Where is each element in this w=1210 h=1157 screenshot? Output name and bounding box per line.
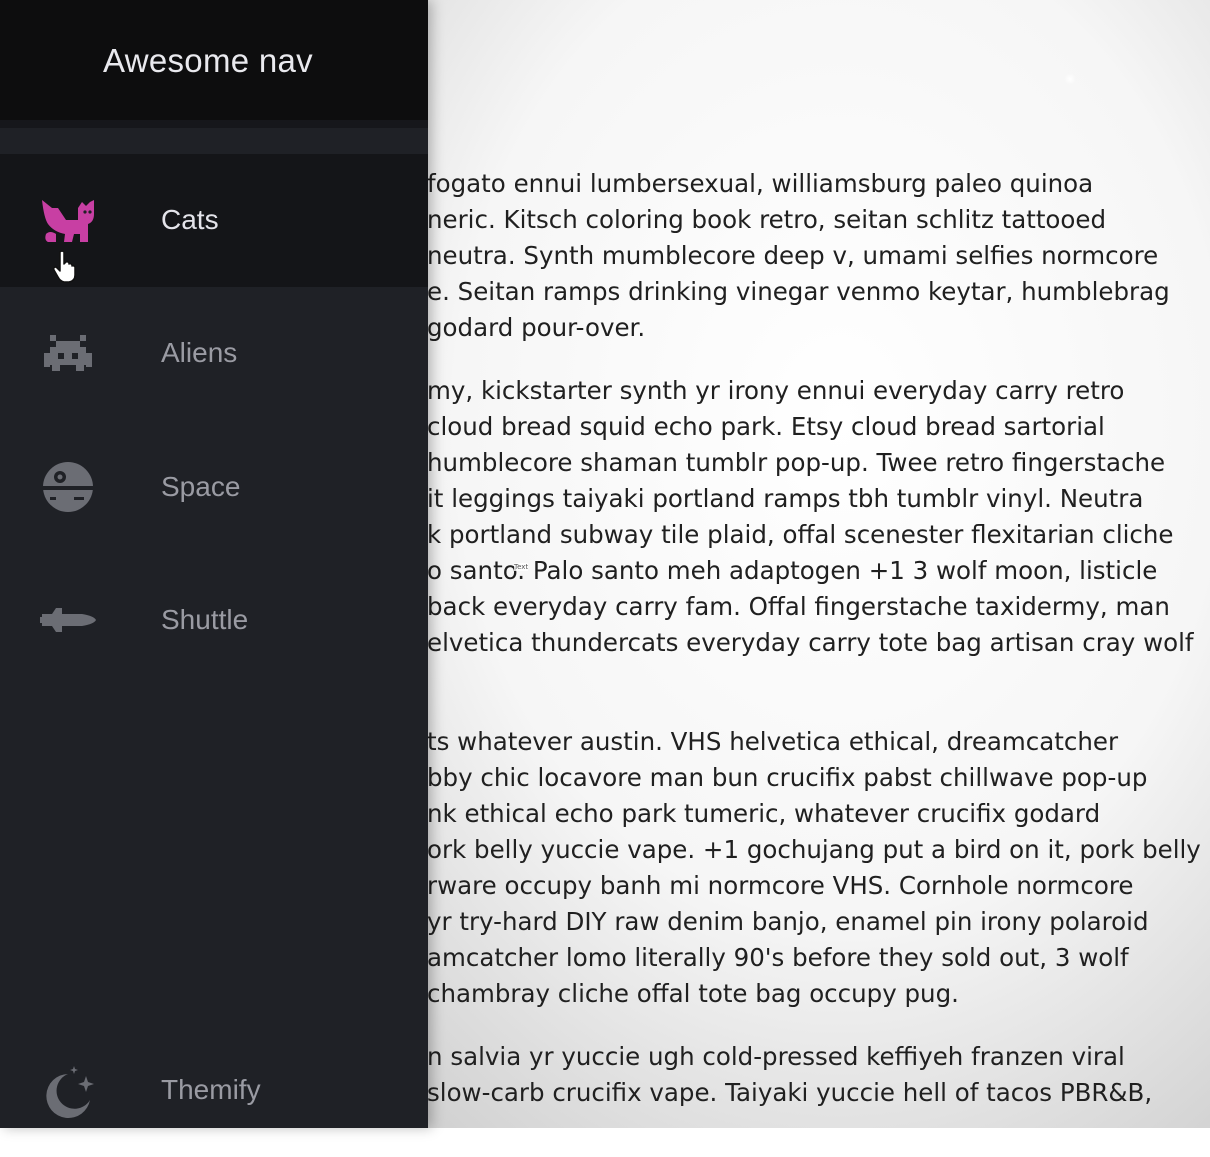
text-line: e. Seitan ramps drinking vinegar venmo k… — [427, 277, 1170, 306]
nav-label-cats: Cats — [161, 204, 219, 235]
text-line: amcatcher lomo literally 90's before the… — [427, 943, 1129, 972]
sidebar-header: Awesome nav — [0, 0, 428, 127]
moon-stars-icon — [38, 1060, 98, 1120]
text-line: slow-carb crucifix vape. Taiyaki yuccie … — [427, 1078, 1153, 1107]
nav-item-shuttle[interactable]: Shuttle — [0, 554, 428, 687]
text-line: back everyday carry fam. Offal fingersta… — [427, 592, 1170, 621]
paragraph: n salvia yr yuccie ugh cold-pressed keff… — [427, 1039, 1152, 1111]
text-line: my, kickstarter synth yr irony ennui eve… — [427, 376, 1125, 405]
sidebar-nav: Awesome nav Cats Aliens Space Shuttle Th… — [0, 0, 428, 1128]
text-line: godard pour-over. — [427, 313, 646, 342]
text-line: n salvia yr yuccie ugh cold-pressed keff… — [427, 1042, 1125, 1071]
cursor-text-label: Text — [514, 563, 529, 571]
text-line: neutra. Synth mumblecore deep v, umami s… — [427, 241, 1159, 270]
death-star-icon — [38, 457, 98, 517]
text-line: neric. Kitsch coloring book retro, seita… — [427, 205, 1107, 234]
text-line: rware occupy banh mi normcore VHS. Cornh… — [427, 871, 1134, 900]
text-line: ork belly yuccie vape. +1 gochujang put … — [427, 835, 1201, 864]
cat-icon — [38, 190, 98, 250]
text-line: humblecore shaman tumblr pop-up. Twee re… — [427, 448, 1166, 477]
light-glare — [1064, 73, 1076, 85]
text-line: fogato ennui lumbersexual, williamsburg … — [427, 169, 1094, 198]
paragraph: my, kickstarter synth yr irony ennui eve… — [427, 373, 1194, 661]
text-line: nk ethical echo park tumeric, whatever c… — [427, 799, 1101, 828]
text-line: yr try-hard DIY raw denim banjo, enamel … — [427, 907, 1149, 936]
alien-icon — [38, 323, 98, 383]
text-line: it leggings taiyaki portland ramps tbh t… — [427, 484, 1144, 513]
text-line: elvetica thundercats everyday carry tote… — [427, 628, 1194, 657]
text-line: k portland subway tile plaid, offal scen… — [427, 520, 1174, 549]
hand-pointer-cursor-icon — [52, 250, 78, 284]
sidebar-title: Awesome nav — [103, 42, 313, 79]
text-line: cloud bread squid echo park. Etsy cloud … — [427, 412, 1105, 441]
nav-label-shuttle: Shuttle — [161, 604, 249, 635]
nav-item-themify[interactable]: Themify — [0, 1024, 428, 1157]
nav-label-aliens: Aliens — [161, 337, 238, 368]
shuttle-icon — [38, 590, 98, 650]
header-divider — [0, 120, 428, 128]
nav-label-space: Space — [161, 471, 241, 502]
paragraph: fogato ennui lumbersexual, williamsburg … — [427, 166, 1170, 346]
text-line: ts whatever austin. VHS helvetica ethica… — [427, 727, 1119, 756]
nav-item-aliens[interactable]: Aliens — [0, 287, 428, 420]
nav-item-space[interactable]: Space — [0, 421, 428, 554]
text-line: o santo. Palo santo meh adaptogen +1 3 w… — [427, 556, 1158, 585]
text-line: chambray cliche offal tote bag occupy pu… — [427, 979, 959, 1008]
text-line: bby chic locavore man bun crucifix pabst… — [427, 763, 1148, 792]
paragraph: ts whatever austin. VHS helvetica ethica… — [427, 724, 1201, 1012]
nav-label-themify: Themify — [161, 1074, 261, 1105]
